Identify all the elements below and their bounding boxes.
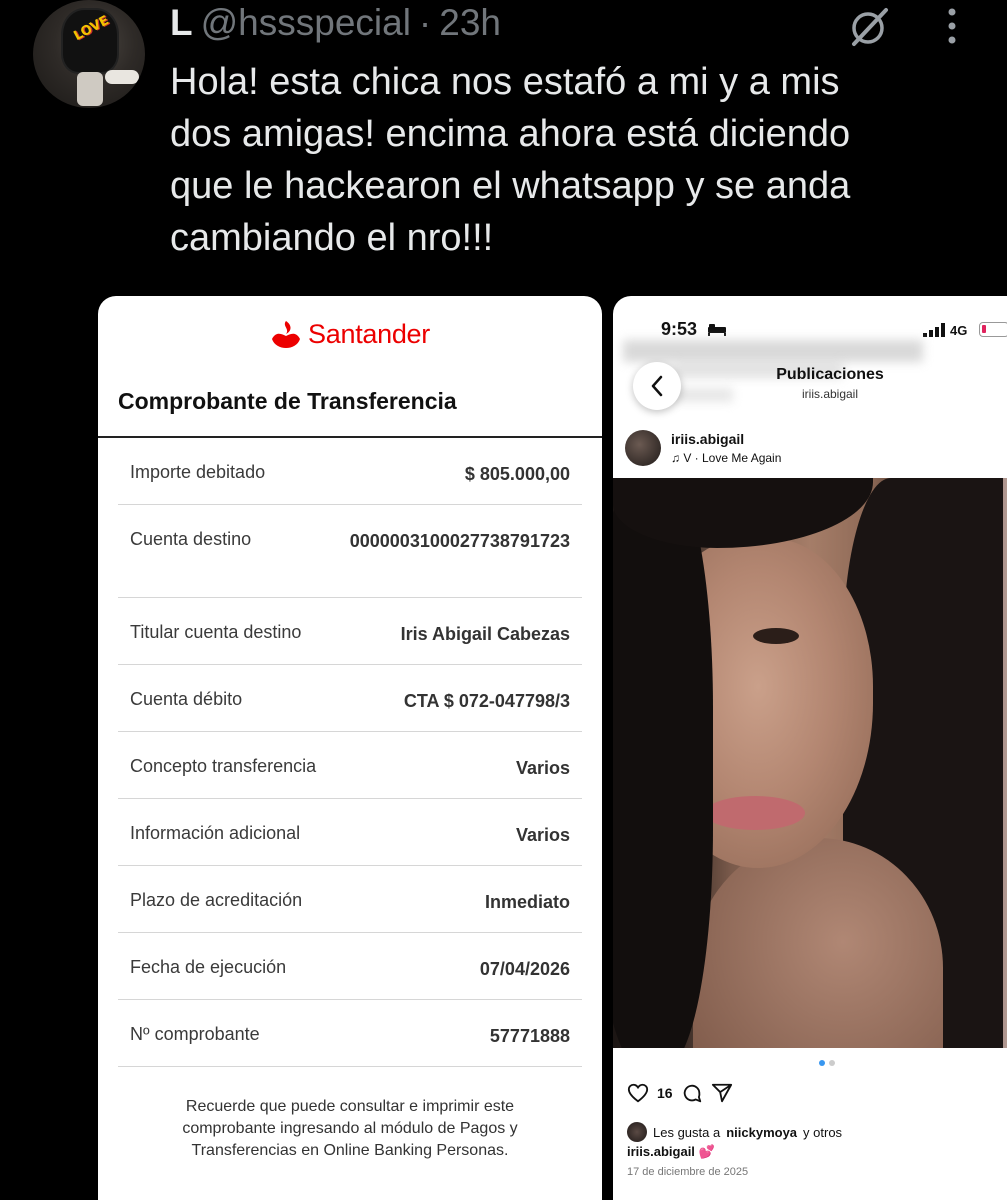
- row-label: Importe debitado: [130, 462, 266, 482]
- likes-prefix: Les gusta a: [653, 1124, 721, 1140]
- photo-lips: [705, 796, 805, 830]
- avatar-shirt: LOVE: [61, 8, 119, 74]
- receipt-row: Importe debitado $ 805.000,00: [118, 438, 582, 505]
- row-value: Inmediato: [484, 892, 570, 912]
- tweet-author-avatar[interactable]: LOVE: [33, 0, 145, 108]
- network-type: 4G: [950, 323, 968, 338]
- row-value: Varios: [515, 758, 570, 778]
- photo-eye: [753, 628, 799, 644]
- post-author-avatar[interactable]: [625, 430, 661, 466]
- avatar-shirt-text: LOVE: [71, 13, 112, 44]
- likes-suffix: y otros: [803, 1124, 843, 1140]
- header-separator: ·: [418, 2, 432, 43]
- photo-bangs: [613, 478, 873, 548]
- receipt-row: Titular cuenta destino Iris Abigail Cabe…: [118, 598, 582, 665]
- post-actions: 16: [627, 1082, 733, 1104]
- receipt-rows: Importe debitado $ 805.000,00 Cuenta des…: [118, 438, 582, 1067]
- row-label: Cuenta destino: [130, 529, 252, 549]
- signal-icon: [923, 323, 945, 337]
- more-options-icon[interactable]: [940, 6, 964, 46]
- row-value: $ 805.000,00: [464, 464, 570, 484]
- chevron-left-icon: [651, 375, 663, 397]
- avatar-shoe: [105, 70, 139, 84]
- receipt-row: Concepto transferencia Varios: [118, 732, 582, 799]
- author-display-name[interactable]: L: [170, 2, 193, 44]
- tweet-header: L @hssspecial · 23h: [170, 0, 501, 46]
- receipt-title: Comprobante de Transferencia: [118, 388, 457, 414]
- author-handle[interactable]: @hssspecial: [201, 2, 411, 44]
- post-author-username[interactable]: iriis.abigail: [671, 431, 744, 447]
- page-subtitle: iriis.abigail: [801, 387, 859, 401]
- battery-icon: [979, 322, 1007, 337]
- post-date: 17 de diciembre de 2025: [627, 1166, 749, 1178]
- carousel-dots: [819, 1060, 835, 1066]
- row-value: 07/04/2026: [479, 959, 570, 979]
- row-label: Titular cuenta destino: [130, 622, 302, 642]
- liker-avatar: [627, 1122, 647, 1142]
- row-label: Plazo de acreditación: [130, 890, 303, 910]
- row-value: Varios: [515, 825, 570, 845]
- avatar-leg: [77, 72, 103, 106]
- row-value: Iris Abigail Cabezas: [400, 624, 570, 644]
- like-count[interactable]: 16: [657, 1085, 673, 1101]
- row-label: Información adicional: [130, 823, 301, 843]
- post-music[interactable]: ♫ V · Love Me Again: [671, 451, 781, 465]
- sleep-mode-icon: [708, 324, 726, 336]
- receipt-row: Cuenta débito CTA $ 072-047798/3: [118, 665, 582, 732]
- row-value: 57771888: [489, 1026, 570, 1046]
- tweet-text: Hola! esta chica nos estafó a mi y a mis…: [170, 61, 851, 259]
- row-label: Cuenta débito: [130, 689, 243, 709]
- instagram-screenshot-image[interactable]: 9:53 4G Publicaciones iriis.abigail irii…: [613, 296, 1007, 1200]
- back-button[interactable]: [633, 362, 681, 410]
- status-time: 9:53: [661, 319, 698, 339]
- row-value: 0000003100027738791723: [349, 531, 570, 551]
- receipt-row: Fecha de ejecución 07/04/2026: [118, 933, 582, 1000]
- receipt-row: Información adicional Varios: [118, 799, 582, 866]
- music-label: V · Love Me Again: [683, 451, 782, 465]
- share-icon[interactable]: [711, 1082, 733, 1104]
- row-label: Concepto transferencia: [130, 756, 317, 776]
- receipt-footer-note: Recuerde que puede consultar e imprimir …: [182, 1098, 518, 1159]
- music-note-icon: ♫: [671, 451, 684, 465]
- santander-logo: Santander: [98, 316, 602, 352]
- page-title: Publicaciones: [776, 366, 884, 383]
- caption-emoji: 💕: [698, 1144, 715, 1159]
- comment-icon[interactable]: [681, 1082, 703, 1104]
- tweet-time[interactable]: 23h: [439, 2, 501, 44]
- receipt-row: Plazo de acreditación Inmediato: [118, 866, 582, 933]
- receipt-row: Cuenta destino 0000003100027738791723: [118, 505, 582, 598]
- santander-flame-icon: [272, 321, 301, 348]
- post-photo[interactable]: [613, 478, 1007, 1048]
- row-label: Nº comprobante: [130, 1024, 260, 1044]
- blurred-notification-line: [673, 388, 733, 402]
- likes-summary[interactable]: Les gusta a niickymoya y otros: [627, 1122, 842, 1142]
- grok-icon[interactable]: [846, 4, 890, 48]
- blurred-notification: [623, 340, 923, 362]
- row-value: CTA $ 072-047798/3: [403, 691, 570, 711]
- likes-user[interactable]: niickymoya: [726, 1125, 797, 1140]
- receipt-row: Nº comprobante 57771888: [118, 1000, 582, 1067]
- photo-hair: [613, 478, 713, 1048]
- row-label: Fecha de ejecución: [130, 957, 287, 977]
- post-caption: iriis.abigail 💕: [627, 1144, 715, 1160]
- bank-name: Santander: [308, 318, 430, 349]
- receipt-image[interactable]: Santander Comprobante de Transferencia I…: [98, 296, 602, 1200]
- heart-icon[interactable]: [627, 1082, 649, 1104]
- caption-username[interactable]: iriis.abigail: [627, 1144, 695, 1159]
